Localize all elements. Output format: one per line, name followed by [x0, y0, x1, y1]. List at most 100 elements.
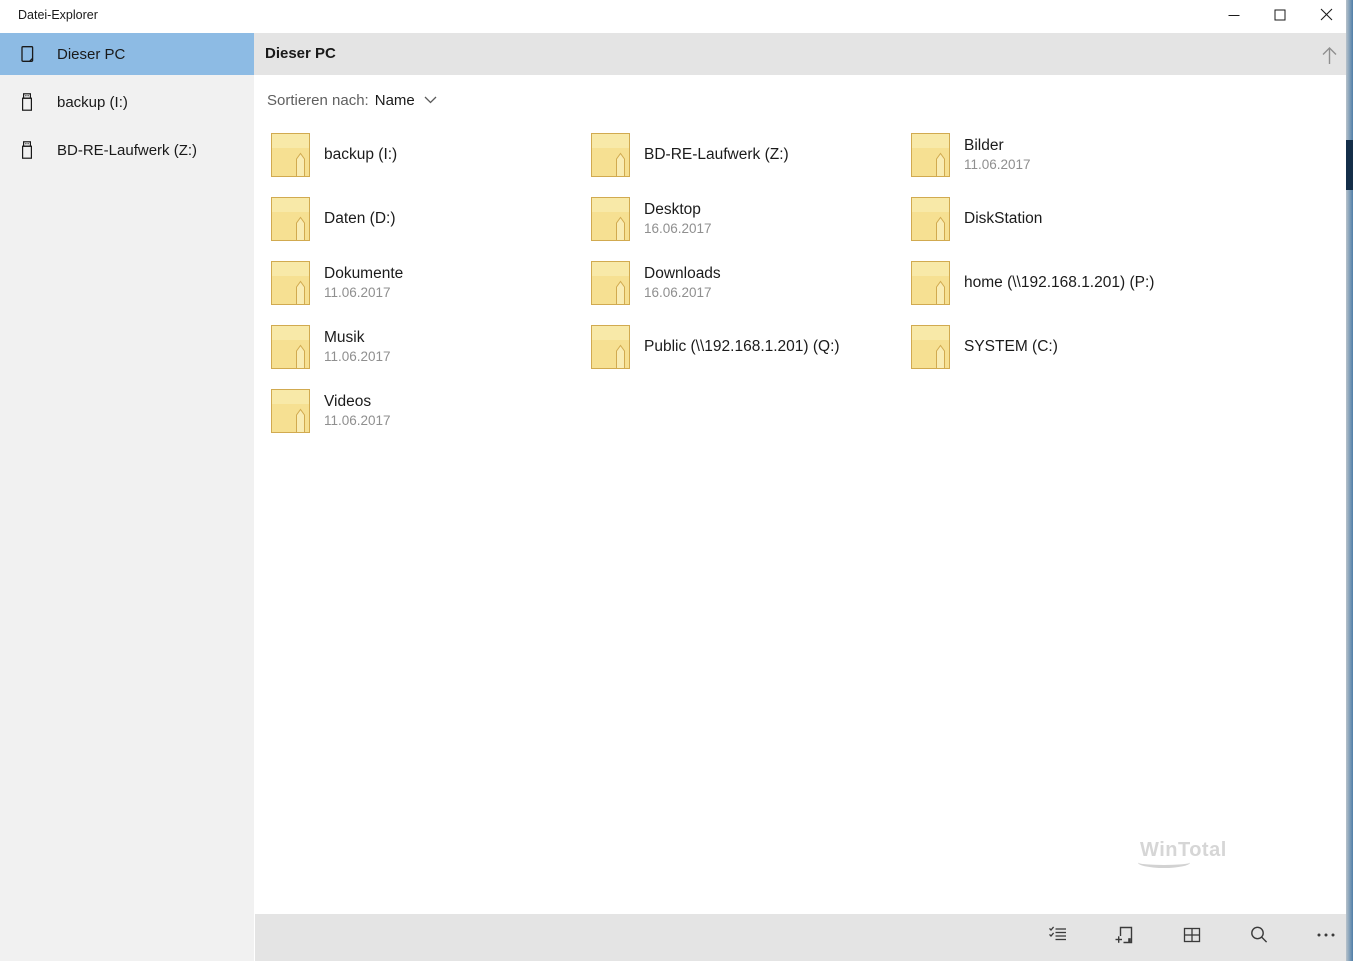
folder-label: Bilder 11.06.2017: [964, 133, 1031, 177]
folder-label: Daten (D:): [324, 197, 396, 241]
folder-name: Public (\\192.168.1.201) (Q:): [644, 338, 840, 355]
folder-name: BD-RE-Laufwerk (Z:): [644, 146, 789, 163]
folder-icon: [591, 197, 630, 241]
sidebar-item-label: Dieser PC: [57, 45, 126, 63]
folder-icon: [911, 197, 950, 241]
folder-name: Desktop: [644, 201, 701, 218]
folder-icon: [911, 133, 950, 177]
folder-item[interactable]: Musik 11.06.2017: [271, 325, 591, 389]
folder-icon: [271, 133, 310, 177]
search-icon: [1249, 925, 1269, 950]
pc-icon: [17, 44, 37, 64]
folder-date: 11.06.2017: [324, 413, 391, 428]
folder-icon: [591, 133, 630, 177]
folder-item[interactable]: Dokumente 11.06.2017: [271, 261, 591, 325]
folder-icon: [271, 261, 310, 305]
multi-select-icon: [1048, 925, 1068, 950]
folder-item[interactable]: Downloads 16.06.2017: [591, 261, 911, 325]
folder-item[interactable]: home (\\192.168.1.201) (P:): [911, 261, 1231, 325]
search-button[interactable]: [1249, 925, 1269, 950]
maximize-button[interactable]: [1257, 0, 1303, 33]
minimize-button[interactable]: [1211, 0, 1257, 33]
folder-item[interactable]: DiskStation: [911, 197, 1231, 261]
bottom-toolbar: [255, 914, 1353, 961]
close-icon: [1320, 8, 1333, 26]
folder-icon: [271, 197, 310, 241]
usb-drive-icon: [17, 140, 37, 160]
navigate-up-button[interactable]: [1318, 44, 1340, 66]
background-window-edge-dark: [1346, 140, 1353, 190]
folder-label: DiskStation: [964, 197, 1042, 241]
sidebar-item-label: backup (I:): [57, 93, 128, 111]
folder-name: Bilder: [964, 137, 1004, 154]
folder-grid: backup (I:) BD-RE-Laufwerk (Z:) Bilder 11.0…: [271, 133, 1231, 453]
chevron-down-icon: [424, 96, 437, 104]
folder-label: SYSTEM (C:): [964, 325, 1058, 369]
more-button[interactable]: [1316, 928, 1336, 948]
grid-view-button[interactable]: [1182, 925, 1202, 950]
window-controls: [1211, 0, 1349, 33]
folder-icon: [271, 389, 310, 433]
new-folder-button[interactable]: [1115, 926, 1135, 948]
folder-label: backup (I:): [324, 133, 397, 177]
page-title: Dieser PC: [265, 45, 336, 62]
folder-date: 11.06.2017: [324, 349, 391, 364]
folder-item[interactable]: Videos 11.06.2017: [271, 389, 591, 453]
folder-icon: [591, 261, 630, 305]
folder-name: backup (I:): [324, 146, 398, 163]
folder-date: 11.06.2017: [324, 285, 391, 300]
folder-name: Downloads: [644, 265, 721, 282]
close-button[interactable]: [1303, 0, 1349, 33]
folder-name: SYSTEM (C:): [964, 338, 1058, 355]
sidebar-item-backup-i[interactable]: backup (I:): [0, 81, 254, 123]
file-explorer-window: Datei-Explorer Dieser PC backup (I:) BD-RE…: [0, 0, 1353, 961]
folder-icon: [911, 261, 950, 305]
folder-label: BD-RE-Laufwerk (Z:): [644, 133, 789, 177]
main-header: Dieser PC: [254, 33, 1353, 75]
usb-drive-icon: [17, 92, 37, 112]
new-folder-icon: [1114, 924, 1136, 951]
watermark: WinTotal: [1138, 839, 1250, 879]
folder-item[interactable]: Daten (D:): [271, 197, 591, 261]
folder-name: Dokumente: [324, 265, 404, 282]
folder-name: Musik: [324, 329, 365, 346]
multi-select-button[interactable]: [1048, 925, 1068, 950]
title-bar: Datei-Explorer: [0, 0, 1353, 33]
sidebar-item-bd-re-laufwerk-z[interactable]: BD-RE-Laufwerk (Z:): [0, 129, 254, 171]
folder-label: Public (\\192.168.1.201) (Q:): [644, 325, 840, 369]
folder-item[interactable]: Public (\\192.168.1.201) (Q:): [591, 325, 911, 389]
watermark-swoosh: [1138, 857, 1190, 868]
folder-icon: [911, 325, 950, 369]
folder-date: 16.06.2017: [644, 285, 712, 300]
folder-label: Dokumente 11.06.2017: [324, 261, 403, 305]
folder-item[interactable]: Desktop 16.06.2017: [591, 197, 911, 261]
grid-view-icon: [1182, 925, 1202, 950]
folder-icon: [271, 325, 310, 369]
folder-label: Downloads 16.06.2017: [644, 261, 721, 305]
sidebar-item-dieser-pc[interactable]: Dieser PC: [0, 33, 254, 75]
folder-label: home (\\192.168.1.201) (P:): [964, 261, 1154, 305]
folder-date: 11.06.2017: [964, 157, 1031, 172]
folder-item[interactable]: SYSTEM (C:): [911, 325, 1231, 389]
folder-label: Videos 11.06.2017: [324, 389, 391, 433]
folder-label: Desktop 16.06.2017: [644, 197, 712, 241]
folder-item[interactable]: BD-RE-Laufwerk (Z:): [591, 133, 911, 197]
folder-label: Musik 11.06.2017: [324, 325, 391, 369]
maximize-icon: [1274, 8, 1286, 26]
app-title: Datei-Explorer: [18, 8, 98, 22]
folder-name: home (\\192.168.1.201) (P:): [964, 274, 1155, 291]
folder-name: Daten (D:): [324, 210, 396, 227]
sort-dropdown[interactable]: Sortieren nach: Name: [267, 89, 437, 111]
sort-value: Name: [374, 91, 415, 109]
more-icon: [1316, 925, 1336, 950]
folder-item[interactable]: Bilder 11.06.2017: [911, 133, 1231, 197]
folder-icon: [591, 325, 630, 369]
folder-item[interactable]: backup (I:): [271, 133, 591, 197]
main-pane: Dieser PC Sortieren nach: Name backup (I…: [254, 33, 1353, 961]
sort-label: Sortieren nach:: [267, 91, 369, 109]
background-window-edge: [1346, 0, 1353, 961]
folder-date: 16.06.2017: [644, 221, 712, 236]
folder-name: DiskStation: [964, 210, 1043, 227]
sidebar-item-label: BD-RE-Laufwerk (Z:): [57, 141, 198, 159]
sidebar: Dieser PC backup (I:) BD-RE-Laufwerk (Z:): [0, 33, 254, 961]
